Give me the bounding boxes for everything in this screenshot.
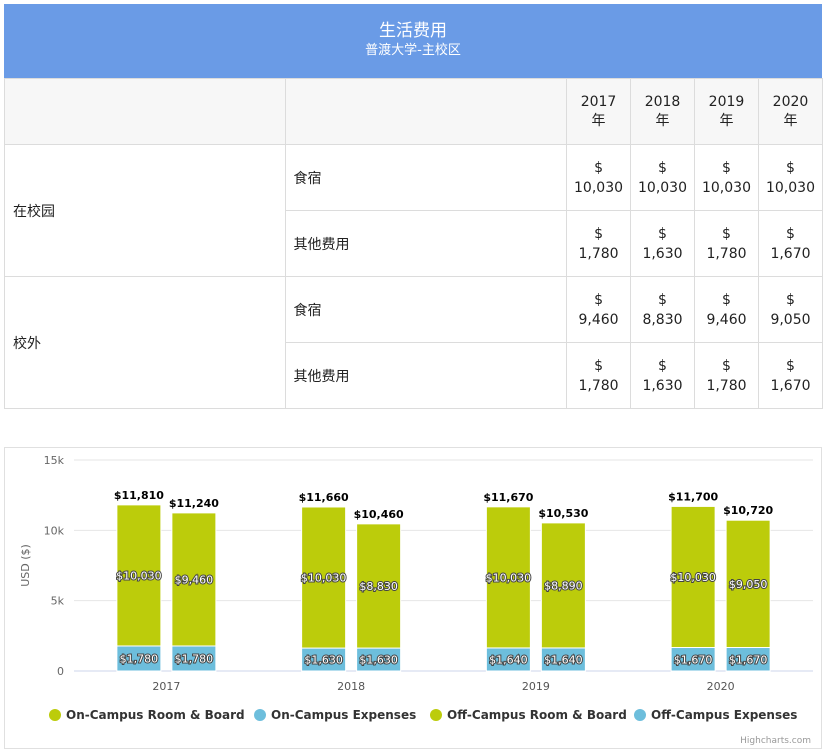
data-label: $9,050 — [729, 578, 768, 591]
stack-total-label: $10,720 — [723, 504, 773, 517]
chart-container: 0 5k 10k 15k USD ($) 2017 $1,780 $10,030 $11,810… — [4, 447, 822, 749]
cost-table: 2017 年 2018 年 2019 年 2020 年 在校园 食宿 $10,030 $… — [4, 78, 824, 409]
value-cell: $1,780 — [566, 342, 632, 409]
data-label: $8,890 — [544, 579, 583, 592]
data-label: $1,670 — [729, 653, 768, 666]
value-cell: $9,050 — [757, 276, 824, 343]
legend-marker — [634, 709, 646, 721]
data-label: $10,030 — [301, 572, 347, 585]
value-cell: $1,630 — [630, 342, 695, 409]
stack-total-label: $11,660 — [299, 491, 349, 504]
page-subtitle: 普渡大学-主校区 — [365, 43, 461, 58]
x-tick-label: 2018 — [337, 680, 365, 693]
value-cell: $1,780 — [694, 342, 759, 409]
legend-item: Off-Campus Room & Board — [447, 708, 627, 722]
stacked-bar-chart: 0 5k 10k 15k USD ($) 2017 $1,780 $10,030 $11,810… — [19, 454, 813, 746]
value-cell: $10,030 — [694, 144, 759, 211]
y-axis-title: USD ($) — [19, 544, 32, 587]
value-cell: $8,830 — [630, 276, 695, 343]
row-label: 食宿 — [284, 144, 568, 211]
data-label: $1,670 — [674, 653, 713, 666]
row-label: 其他费用 — [284, 210, 568, 277]
y-tick-label: 5k — [51, 595, 65, 608]
legend-item: Off-Campus Expenses — [651, 708, 797, 722]
value-cell: $1,780 — [566, 210, 632, 277]
y-tick-label: 10k — [44, 524, 65, 537]
credits-link: Highcharts.com — [740, 736, 811, 746]
data-label: $1,630 — [359, 654, 398, 667]
group-label: 校外 — [4, 276, 286, 409]
data-label: $1,780 — [175, 652, 214, 665]
x-tick-label: 2017 — [152, 680, 180, 693]
table-header-banner: 生活费用 普渡大学-主校区 — [4, 4, 822, 78]
data-label: $9,460 — [175, 573, 214, 586]
stack-total-label: $11,670 — [483, 491, 533, 504]
value-cell: $1,670 — [757, 210, 824, 277]
data-label: $1,780 — [120, 652, 159, 665]
stack-total-label: $11,240 — [169, 497, 219, 510]
year-header: 2018 年 — [630, 78, 695, 145]
group-label: 在校园 — [4, 144, 286, 277]
table-header-row: 2017 年 2018 年 2019 年 2020 年 — [4, 78, 824, 145]
table-row: 校外 食宿 $9,460 $8,830 $9,460 $9,050 — [4, 276, 824, 409]
stack-total-label: $11,700 — [668, 490, 718, 503]
header-empty-cell — [284, 78, 568, 145]
data-label: $1,640 — [489, 653, 528, 666]
value-cell: $10,030 — [566, 144, 632, 211]
table-row: 在校园 食宿 $10,030 $10,030 $10,030 $10,030 — [4, 144, 824, 277]
data-label: $1,630 — [304, 654, 343, 667]
stack-total-label: $10,530 — [538, 507, 588, 520]
legend-marker — [254, 709, 266, 721]
value-cell: $10,030 — [630, 144, 695, 211]
legend-item: On-Campus Expenses — [271, 708, 416, 722]
data-label: $10,030 — [670, 571, 716, 584]
y-tick-label: 15k — [44, 454, 65, 467]
legend-item: On-Campus Room & Board — [66, 708, 245, 722]
value-cell: $9,460 — [566, 276, 632, 343]
value-cell: $1,630 — [630, 210, 695, 277]
value-cell: $9,460 — [694, 276, 759, 343]
data-label: $10,030 — [116, 569, 162, 582]
x-tick-label: 2019 — [522, 680, 550, 693]
year-header: 2019 年 — [694, 78, 759, 145]
value-cell: $1,780 — [694, 210, 759, 277]
row-label: 其他费用 — [284, 342, 568, 409]
data-label: $1,640 — [544, 653, 583, 666]
x-tick-label: 2020 — [707, 680, 735, 693]
page-title: 生活费用 — [379, 21, 447, 41]
value-cell: $1,670 — [757, 342, 824, 409]
value-cell: $10,030 — [757, 144, 824, 211]
legend-marker — [49, 709, 61, 721]
header-empty-cell — [4, 78, 286, 145]
stack-total-label: $11,810 — [114, 489, 164, 502]
year-header: 2020 年 — [757, 78, 824, 145]
data-label: $10,030 — [486, 571, 532, 584]
year-header: 2017 年 — [566, 78, 632, 145]
row-label: 食宿 — [284, 276, 568, 343]
data-label: $8,830 — [359, 580, 398, 593]
legend-marker — [430, 709, 442, 721]
y-tick-label: 0 — [57, 665, 64, 678]
stack-total-label: $10,460 — [354, 508, 404, 521]
